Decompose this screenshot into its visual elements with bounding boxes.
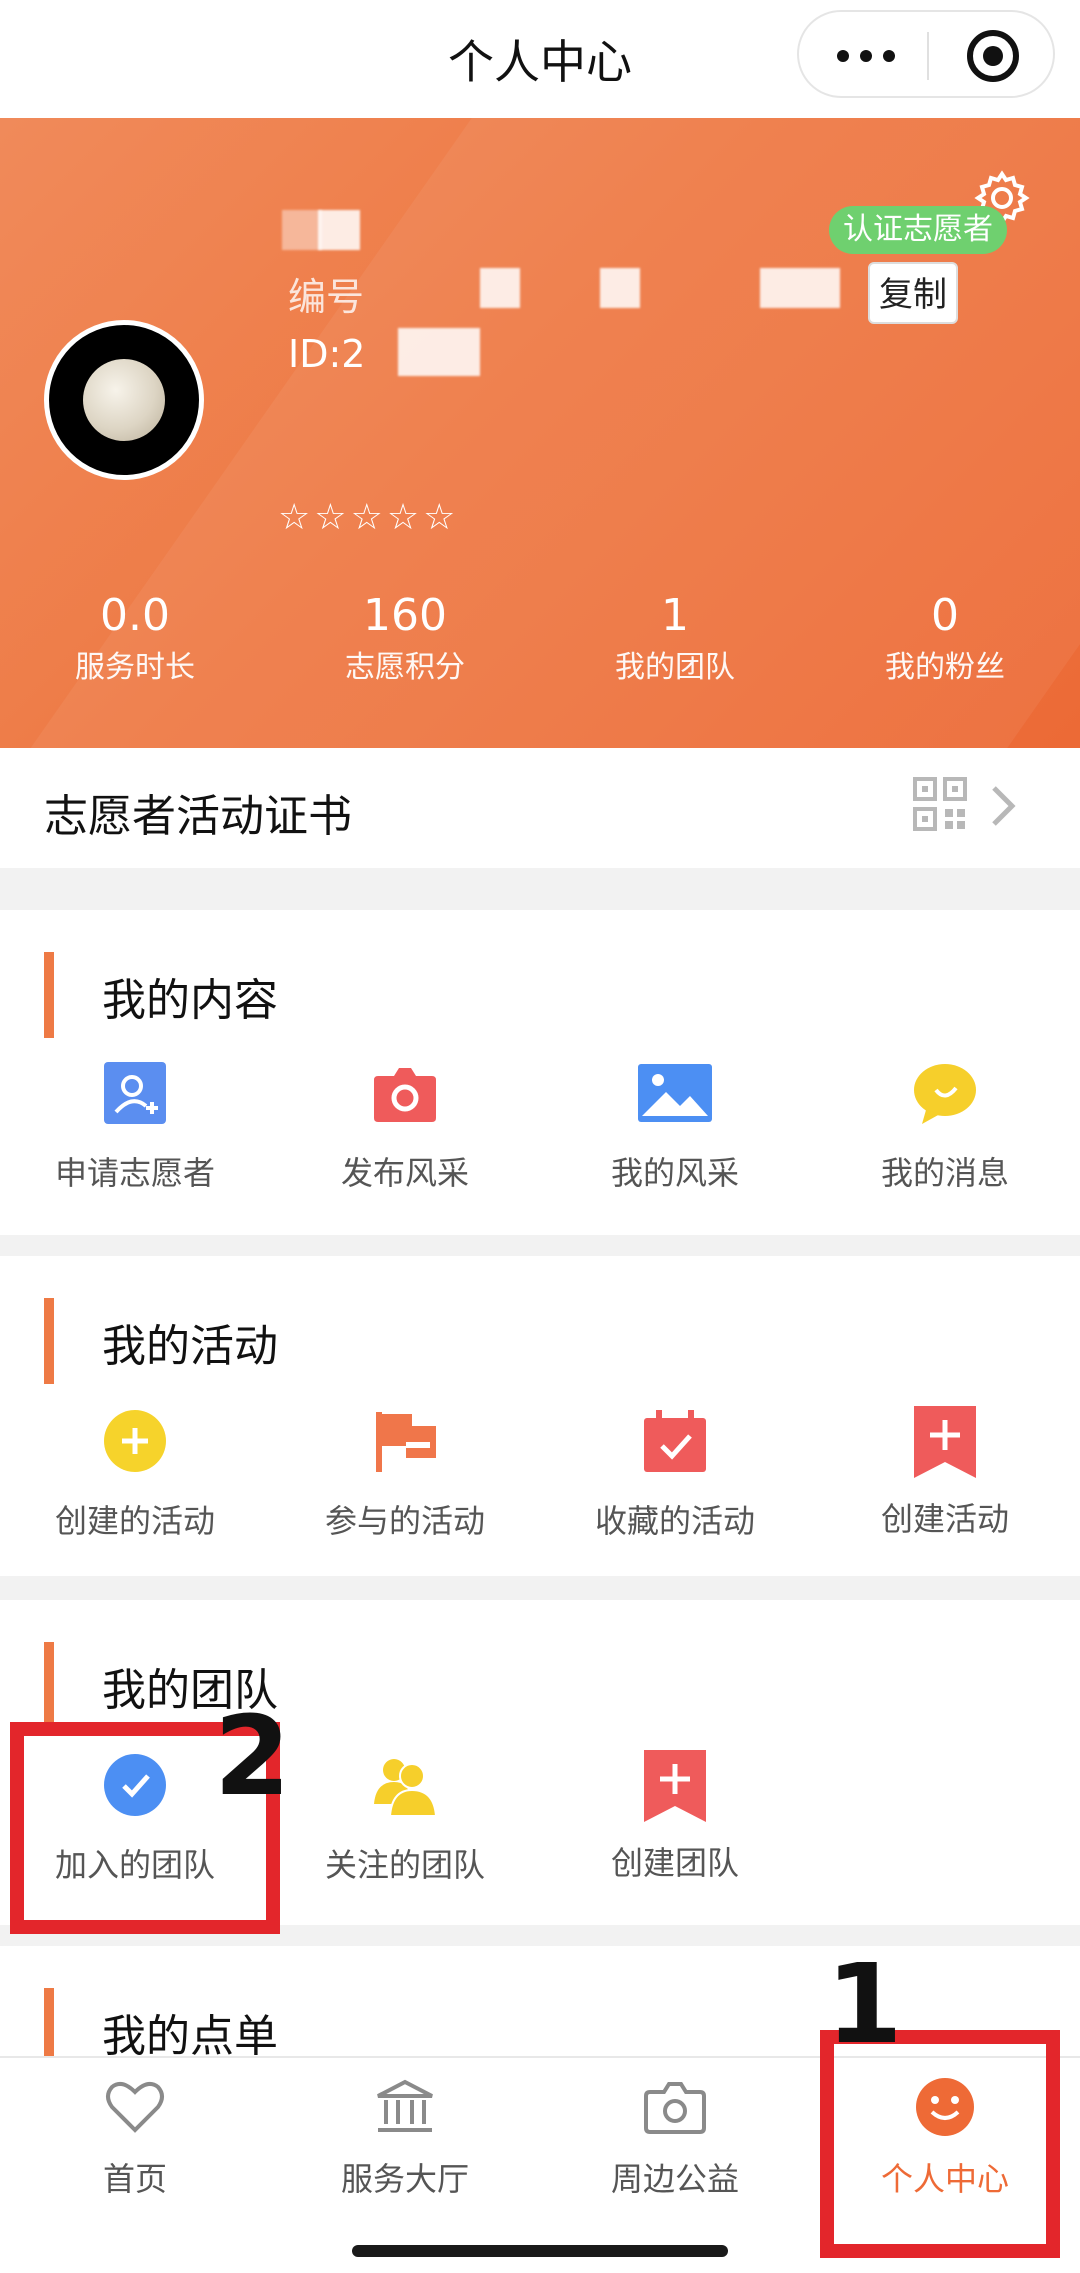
close-mini-program-icon[interactable] bbox=[967, 30, 1019, 82]
picture-icon bbox=[638, 1064, 712, 1122]
masked-name bbox=[318, 210, 360, 250]
star-icon: ☆ bbox=[350, 497, 383, 538]
joined-activities-item[interactable]: 参与的活动 bbox=[270, 1408, 540, 1542]
item-label: 创建活动 bbox=[880, 1500, 1009, 1538]
verified-volunteer-badge: 认证志愿者 bbox=[829, 206, 1007, 254]
item-label: 我的消息 bbox=[880, 1154, 1009, 1192]
tab-label: 服务大厅 bbox=[340, 2160, 469, 2198]
section-title: 我的内容 bbox=[102, 975, 278, 1026]
stat-my-fans[interactable]: 0 我的粉丝 bbox=[810, 586, 1080, 706]
item-label: 关注的团队 bbox=[324, 1846, 485, 1884]
apply-volunteer-item[interactable]: 申请志愿者 bbox=[0, 1060, 270, 1194]
navbar: 个人中心 bbox=[0, 0, 1080, 118]
my-style-item[interactable]: 我的风采 bbox=[540, 1060, 810, 1194]
my-messages-item[interactable]: 我的消息 bbox=[810, 1060, 1080, 1194]
avatar[interactable] bbox=[44, 320, 204, 480]
people-icon bbox=[374, 1759, 438, 1817]
user-number-prefix: 编号 bbox=[288, 275, 365, 319]
create-activity-item[interactable]: 创建活动 bbox=[810, 1404, 1080, 1540]
annotation-number-1: 1 bbox=[826, 1940, 903, 2068]
followed-teams-item[interactable]: 关注的团队 bbox=[270, 1752, 540, 1886]
stat-label: 我的团队 bbox=[615, 650, 735, 685]
bank-icon bbox=[377, 2079, 433, 2132]
created-activities-item[interactable]: 创建的活动 bbox=[0, 1408, 270, 1542]
favorite-activities-item[interactable]: 收藏的活动 bbox=[540, 1408, 810, 1542]
stat-my-teams[interactable]: 1 我的团队 bbox=[540, 586, 810, 706]
calendar-check-icon bbox=[644, 1410, 706, 1472]
item-label: 我的风采 bbox=[610, 1154, 739, 1192]
section-title: 我的点单 bbox=[102, 2011, 278, 2062]
capsule-divider bbox=[927, 32, 929, 80]
tab-nearby-welfare[interactable]: 周边公益 bbox=[540, 2076, 810, 2200]
stat-label: 志愿积分 bbox=[345, 650, 465, 685]
apply-volunteer-icon bbox=[104, 1062, 166, 1124]
item-label: 申请志愿者 bbox=[54, 1154, 215, 1192]
stat-value: 0 bbox=[931, 590, 959, 641]
tab-label: 首页 bbox=[102, 2160, 167, 2198]
profile-header: 编号 ID:2 ☆ ☆ ☆ ☆ ☆ 认证志愿者 复制 0.0 服务时长 160 … bbox=[0, 118, 1080, 748]
copy-button[interactable]: 复制 bbox=[868, 262, 958, 324]
star-icon: ☆ bbox=[314, 497, 347, 538]
item-label: 发布风采 bbox=[340, 1154, 469, 1192]
camera-outline-icon bbox=[644, 2082, 706, 2134]
page: 个人中心 编号 ID:2 ☆ ☆ ☆ ☆ ☆ 认证志愿者 复制 0.0 服务时长… bbox=[0, 0, 1080, 2273]
annotation-number-2: 2 bbox=[214, 1692, 291, 1820]
stat-label: 服务时长 bbox=[75, 650, 195, 685]
masked-id bbox=[398, 328, 480, 376]
stat-volunteer-points[interactable]: 160 志愿积分 bbox=[270, 586, 540, 706]
section-accent-bar bbox=[44, 952, 54, 1038]
masked-name-part bbox=[282, 210, 322, 250]
certificate-row[interactable]: 志愿者活动证书 bbox=[0, 748, 1080, 868]
section-accent-bar bbox=[44, 1298, 54, 1384]
tab-service-hall[interactable]: 服务大厅 bbox=[270, 2076, 540, 2200]
flag-icon bbox=[376, 1412, 436, 1472]
heart-icon bbox=[106, 2081, 164, 2133]
star-icon: ☆ bbox=[423, 497, 456, 538]
masked-number-1 bbox=[480, 268, 520, 308]
item-label: 参与的活动 bbox=[324, 1502, 485, 1540]
star-icon: ☆ bbox=[278, 497, 311, 538]
more-icon[interactable] bbox=[831, 36, 901, 76]
mini-program-capsule bbox=[797, 10, 1055, 98]
message-icon bbox=[914, 1064, 976, 1124]
rating-stars: ☆ ☆ ☆ ☆ ☆ bbox=[278, 498, 478, 538]
section-my-content: 我的内容 申请志愿者 发布风采 我的风采 我的消息 bbox=[0, 910, 1080, 1235]
chevron-right-icon bbox=[992, 786, 1016, 826]
item-label: 收藏的活动 bbox=[594, 1502, 755, 1540]
user-id: ID:2 bbox=[288, 332, 366, 376]
stat-service-hours[interactable]: 0.0 服务时长 bbox=[0, 586, 270, 706]
section-accent-bar bbox=[44, 1642, 54, 1728]
tab-label: 周边公益 bbox=[610, 2160, 739, 2198]
stat-label: 我的粉丝 bbox=[885, 650, 1005, 685]
stat-value: 1 bbox=[661, 590, 689, 641]
bookmark-plus-icon bbox=[914, 1406, 976, 1478]
masked-number-2 bbox=[600, 268, 640, 308]
bookmark-plus-icon bbox=[644, 1750, 706, 1822]
tab-home[interactable]: 首页 bbox=[0, 2076, 270, 2200]
moon-image bbox=[83, 359, 165, 441]
star-icon: ☆ bbox=[386, 497, 420, 538]
camera-icon bbox=[374, 1068, 436, 1122]
section-title: 我的活动 bbox=[102, 1321, 278, 1372]
publish-style-item[interactable]: 发布风采 bbox=[270, 1060, 540, 1194]
stat-value: 0.0 bbox=[100, 590, 170, 641]
plus-circle-icon bbox=[104, 1410, 166, 1472]
section-my-activities: 我的活动 创建的活动 参与的活动 收藏的活动 创建活动 bbox=[0, 1256, 1080, 1576]
stats-row: 0.0 服务时长 160 志愿积分 1 我的团队 0 我的粉丝 bbox=[0, 586, 1080, 706]
item-label: 创建的活动 bbox=[54, 1502, 215, 1540]
certificate-title: 志愿者活动证书 bbox=[44, 791, 352, 842]
stat-value: 160 bbox=[363, 590, 447, 641]
item-label: 创建团队 bbox=[610, 1844, 739, 1882]
qr-code-icon bbox=[913, 777, 967, 831]
create-team-item[interactable]: 创建团队 bbox=[540, 1748, 810, 1884]
home-indicator bbox=[352, 2245, 728, 2257]
masked-number-3 bbox=[760, 268, 840, 308]
